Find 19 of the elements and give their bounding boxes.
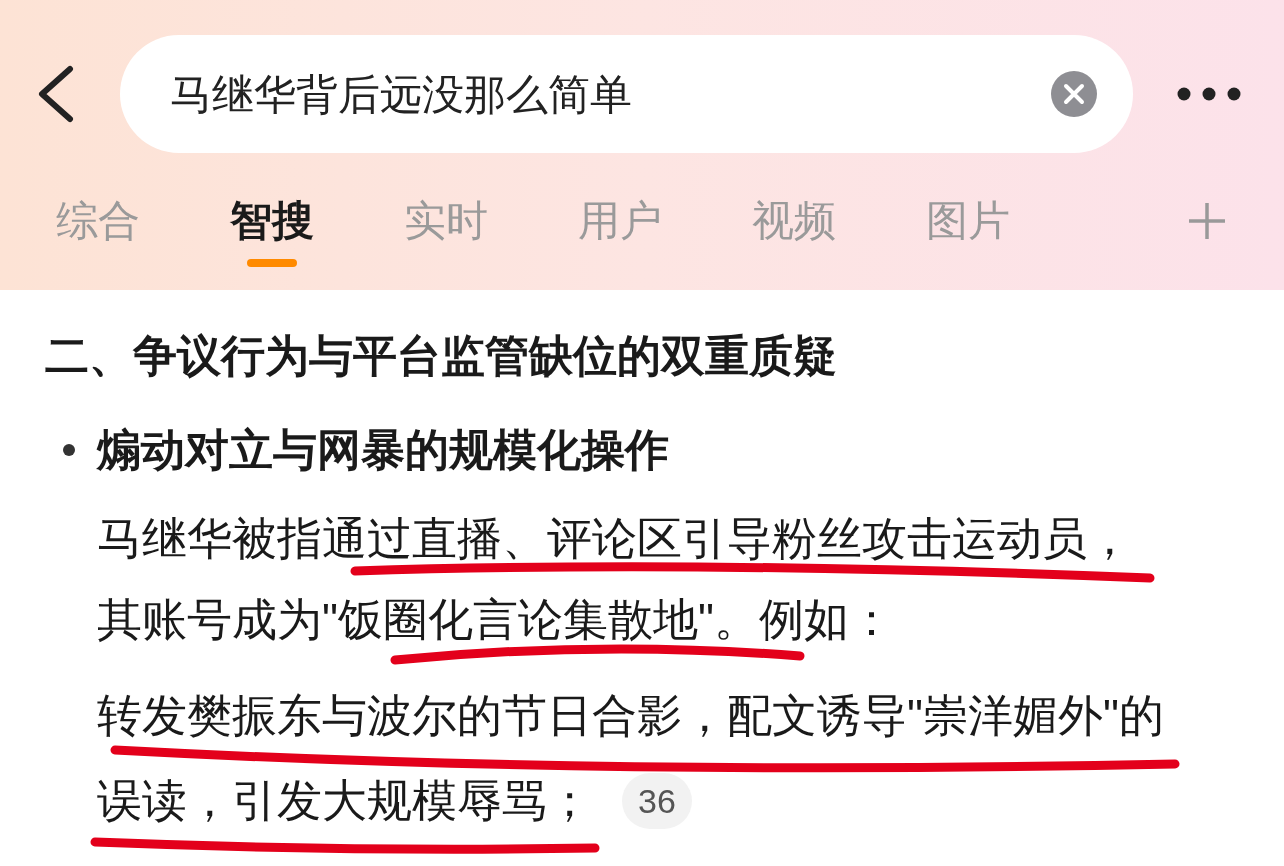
tab[interactable]: 用户 [533, 193, 707, 249]
search-query: 马继华背后远没那么简单 [170, 69, 633, 120]
bullet-icon [63, 444, 75, 456]
paragraph-line: 其账号成为"饭圈化言论集散地"。例如： [97, 596, 894, 644]
reference-badge[interactable]: 36 [622, 773, 692, 829]
clear-icon[interactable] [1051, 71, 1097, 117]
tab[interactable]: 实时 [359, 193, 533, 249]
tab[interactable]: 视频 [707, 193, 881, 249]
more-icon[interactable] [1177, 87, 1241, 101]
paragraph-line: 转发樊振东与波尔的节日合影，配文诱导"崇洋媚外"的 [97, 692, 1164, 740]
section-heading: 二、争议行为与平台监管缺位的双重质疑 [45, 330, 838, 382]
tab[interactable]: 智搜 [185, 193, 359, 267]
bullet-title: 煽动对立与网暴的规模化操作 [97, 424, 669, 476]
paragraph-line: 误读，引发大规模辱骂； [97, 777, 592, 825]
paragraph-line: 马继华被指通过直播、评论区引导粉丝攻击运动员， [97, 515, 1132, 563]
back-icon[interactable] [36, 65, 74, 123]
search-field[interactable]: 马继华背后远没那么简单 [120, 35, 1133, 153]
tab[interactable]: 综合 [11, 193, 185, 249]
tab[interactable]: 图片 [881, 193, 1055, 249]
